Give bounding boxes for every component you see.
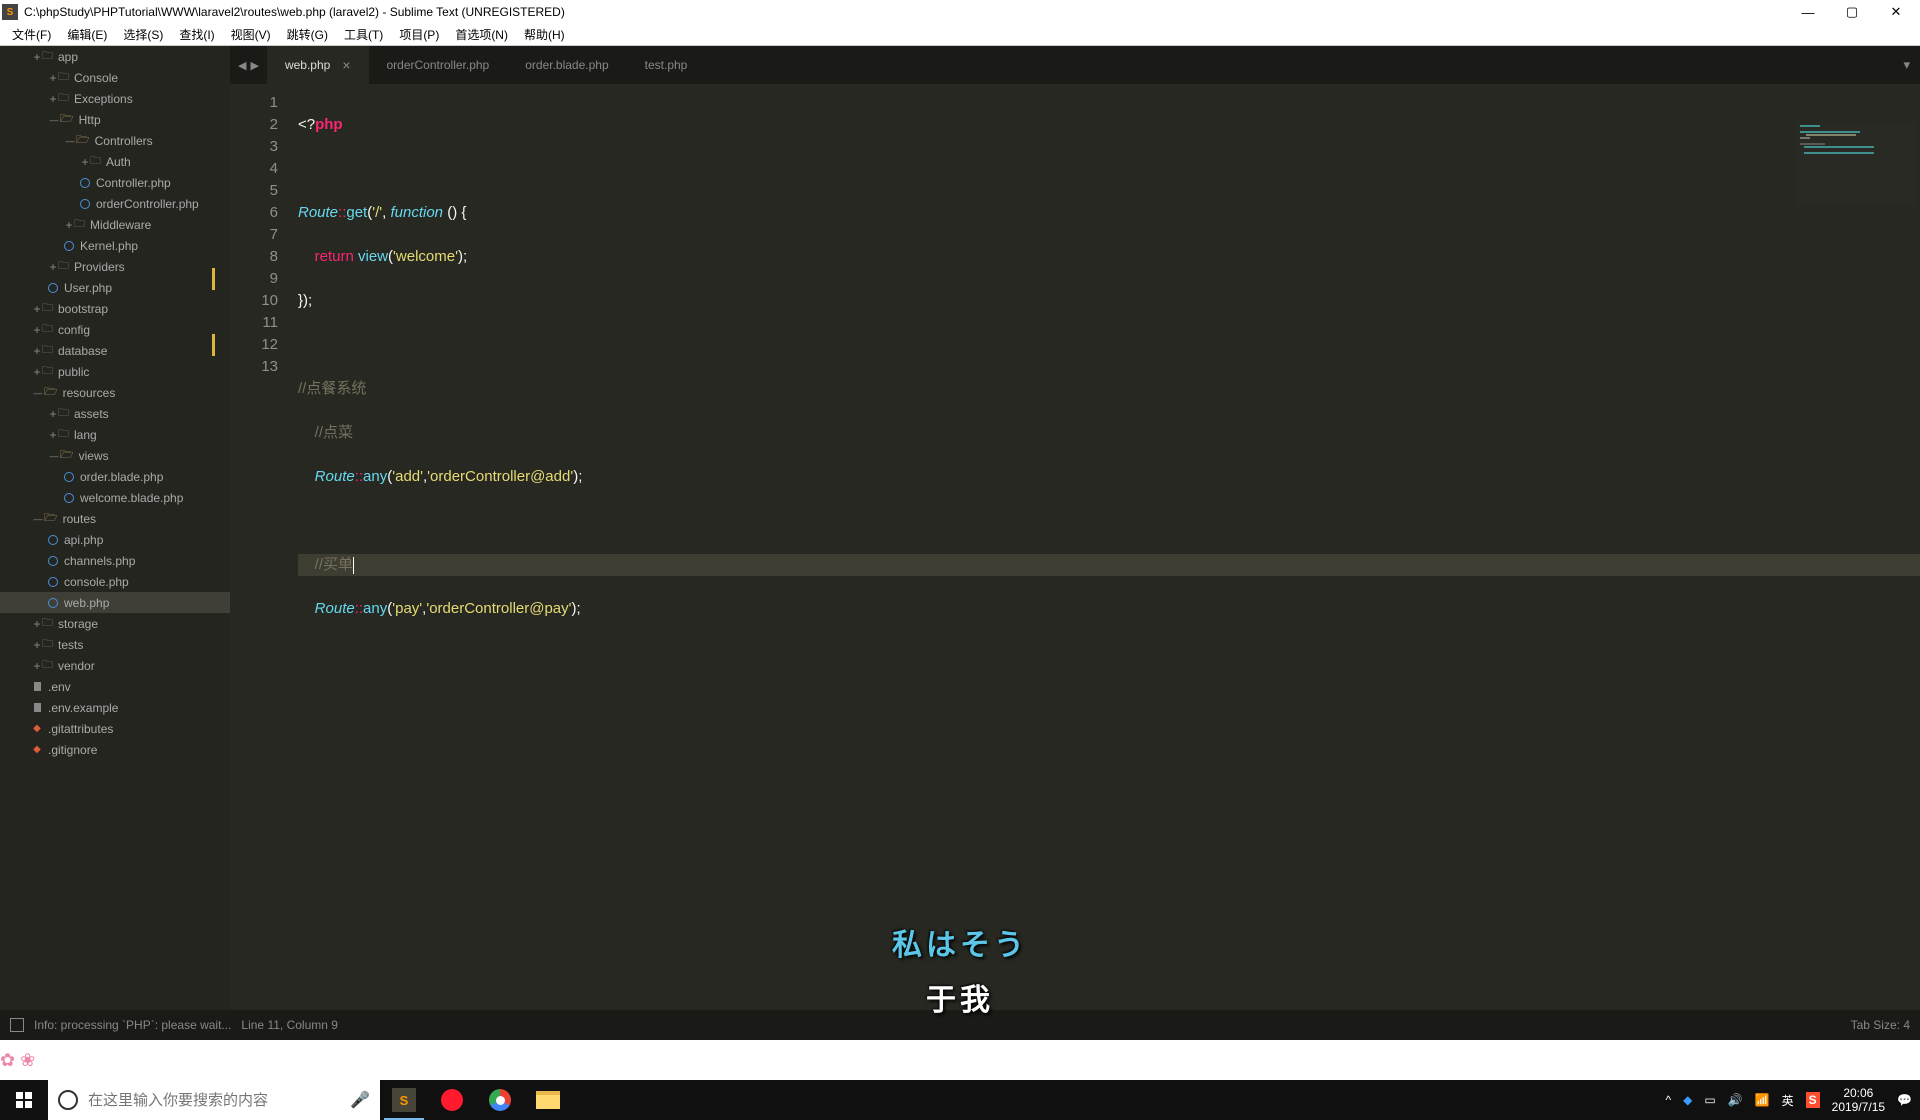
- code-editor[interactable]: 12345678910111213 <?php Route::get('/', …: [230, 84, 1920, 1010]
- tree-item[interactable]: .gitignore: [0, 739, 230, 760]
- tree-item[interactable]: web.php: [0, 592, 230, 613]
- menu-edit[interactable]: 编辑(E): [59, 24, 115, 45]
- tree-item[interactable]: + 🗀tests: [0, 634, 230, 655]
- tree-item[interactable]: + 🗀bootstrap: [0, 298, 230, 319]
- tree-item[interactable]: User.php: [0, 277, 230, 298]
- tray-notifications-icon[interactable]: 💬: [1897, 1093, 1912, 1107]
- tray-shield-icon[interactable]: ◆: [1683, 1093, 1692, 1107]
- search-input[interactable]: [88, 1092, 340, 1109]
- cortana-icon: [58, 1090, 78, 1110]
- tray-volume-icon[interactable]: 🔊: [1728, 1093, 1743, 1107]
- tab[interactable]: test.php: [627, 46, 706, 84]
- menu-project[interactable]: 项目(P): [391, 24, 447, 45]
- minimize-button[interactable]: —: [1786, 0, 1830, 24]
- tray-sogou-icon[interactable]: S: [1806, 1092, 1820, 1108]
- tree-item[interactable]: + 🗀Exceptions: [0, 88, 230, 109]
- tab-close-icon[interactable]: ×: [342, 57, 350, 73]
- tray-clock[interactable]: 20:06 2019/7/15: [1832, 1086, 1885, 1114]
- tree-item[interactable]: + 🗀assets: [0, 403, 230, 424]
- taskbar-app-explorer[interactable]: [524, 1080, 572, 1120]
- line-gutter: 12345678910111213: [230, 84, 290, 1010]
- tree-item[interactable]: .env: [0, 676, 230, 697]
- tree-item[interactable]: + 🗀app: [0, 46, 230, 67]
- tree-item[interactable]: + 🗀Providers: [0, 256, 230, 277]
- status-tabsize[interactable]: Tab Size: 4: [1851, 1018, 1910, 1032]
- tree-item[interactable]: + 🗀storage: [0, 613, 230, 634]
- tab-bar: ◀ ▶ web.php×orderController.phporder.bla…: [230, 46, 1920, 84]
- tree-item[interactable]: orderController.php: [0, 193, 230, 214]
- menu-goto[interactable]: 跳转(G): [279, 24, 336, 45]
- mic-icon[interactable]: 🎤: [350, 1090, 370, 1110]
- tree-item[interactable]: + 🗀public: [0, 361, 230, 382]
- tray-battery-icon[interactable]: ▭: [1704, 1093, 1715, 1107]
- tree-item[interactable]: — 🗁resources: [0, 382, 230, 403]
- close-button[interactable]: ✕: [1874, 0, 1918, 24]
- tray-wifi-icon[interactable]: 📶: [1755, 1093, 1770, 1107]
- search-box[interactable]: 🎤: [48, 1080, 380, 1120]
- minimap[interactable]: [1796, 124, 1916, 204]
- tree-item[interactable]: — 🗁Http: [0, 109, 230, 130]
- tree-item[interactable]: Kernel.php: [0, 235, 230, 256]
- app-icon: S: [2, 4, 18, 20]
- menu-find[interactable]: 查找(I): [171, 24, 222, 45]
- windows-icon: [16, 1092, 32, 1108]
- tree-item[interactable]: — 🗁routes: [0, 508, 230, 529]
- system-tray: ^ ◆ ▭ 🔊 📶 英 S 20:06 2019/7/15 💬: [1658, 1086, 1920, 1114]
- window-title: C:\phpStudy\PHPTutorial\WWW\laravel2\rou…: [24, 5, 565, 19]
- floating-widget[interactable]: ✿ ❀: [0, 1040, 1920, 1080]
- tree-item[interactable]: + 🗀config: [0, 319, 230, 340]
- tree-item[interactable]: api.php: [0, 529, 230, 550]
- tab-overflow[interactable]: ▾: [1893, 46, 1920, 84]
- tree-item[interactable]: .gitattributes: [0, 718, 230, 739]
- tray-chevron-icon[interactable]: ^: [1666, 1093, 1672, 1107]
- tab[interactable]: orderController.php: [369, 46, 508, 84]
- tree-item[interactable]: + 🗀Middleware: [0, 214, 230, 235]
- tree-item[interactable]: — 🗁Controllers: [0, 130, 230, 151]
- tree-item[interactable]: Controller.php: [0, 172, 230, 193]
- menu-help[interactable]: 帮助(H): [516, 24, 573, 45]
- tree-item[interactable]: + 🗀database: [0, 340, 230, 361]
- tree-item[interactable]: + 🗀Auth: [0, 151, 230, 172]
- taskbar-app-sublime[interactable]: S: [380, 1080, 428, 1120]
- tree-item[interactable]: + 🗀vendor: [0, 655, 230, 676]
- menu-tools[interactable]: 工具(T): [336, 24, 391, 45]
- tree-item[interactable]: order.blade.php: [0, 466, 230, 487]
- tab-nav-back[interactable]: ◀: [238, 59, 246, 72]
- tree-item[interactable]: + 🗀Console: [0, 67, 230, 88]
- window-controls: — ▢ ✕: [1786, 0, 1918, 24]
- menu-preferences[interactable]: 首选项(N): [447, 24, 516, 45]
- tree-item[interactable]: console.php: [0, 571, 230, 592]
- status-position[interactable]: Line 11, Column 9: [241, 1018, 338, 1032]
- taskbar: 🎤 S ^ ◆ ▭ 🔊 📶 英 S 20:06 2019/7/15 💬: [0, 1080, 1920, 1120]
- tree-item[interactable]: .env.example: [0, 697, 230, 718]
- menu-view[interactable]: 视图(V): [223, 24, 279, 45]
- tab[interactable]: web.php×: [267, 46, 369, 84]
- start-button[interactable]: [0, 1080, 48, 1120]
- tree-item[interactable]: channels.php: [0, 550, 230, 571]
- tree-item[interactable]: + 🗀lang: [0, 424, 230, 445]
- tab-nav-forward[interactable]: ▶: [250, 59, 258, 72]
- title-bar: S C:\phpStudy\PHPTutorial\WWW\laravel2\r…: [0, 0, 1920, 24]
- menu-bar: 文件(F) 编辑(E) 选择(S) 查找(I) 视图(V) 跳转(G) 工具(T…: [0, 24, 1920, 46]
- tree-item[interactable]: — 🗁views: [0, 445, 230, 466]
- taskbar-app-chrome[interactable]: [476, 1080, 524, 1120]
- console-icon[interactable]: [10, 1018, 24, 1032]
- code-content[interactable]: <?php Route::get('/', function () { retu…: [290, 84, 1920, 1010]
- maximize-button[interactable]: ▢: [1830, 0, 1874, 24]
- tab[interactable]: order.blade.php: [507, 46, 626, 84]
- status-message: Info: processing `PHP`: please wait...: [34, 1018, 231, 1032]
- status-bar: Info: processing `PHP`: please wait... L…: [0, 1010, 1920, 1040]
- taskbar-app-opera[interactable]: [428, 1080, 476, 1120]
- tree-item[interactable]: welcome.blade.php: [0, 487, 230, 508]
- menu-selection[interactable]: 选择(S): [115, 24, 171, 45]
- tray-ime[interactable]: 英: [1782, 1092, 1794, 1109]
- sidebar[interactable]: + 🗀app+ 🗀Console+ 🗀Exceptions— 🗁Http— 🗁C…: [0, 46, 230, 1010]
- menu-file[interactable]: 文件(F): [4, 24, 59, 45]
